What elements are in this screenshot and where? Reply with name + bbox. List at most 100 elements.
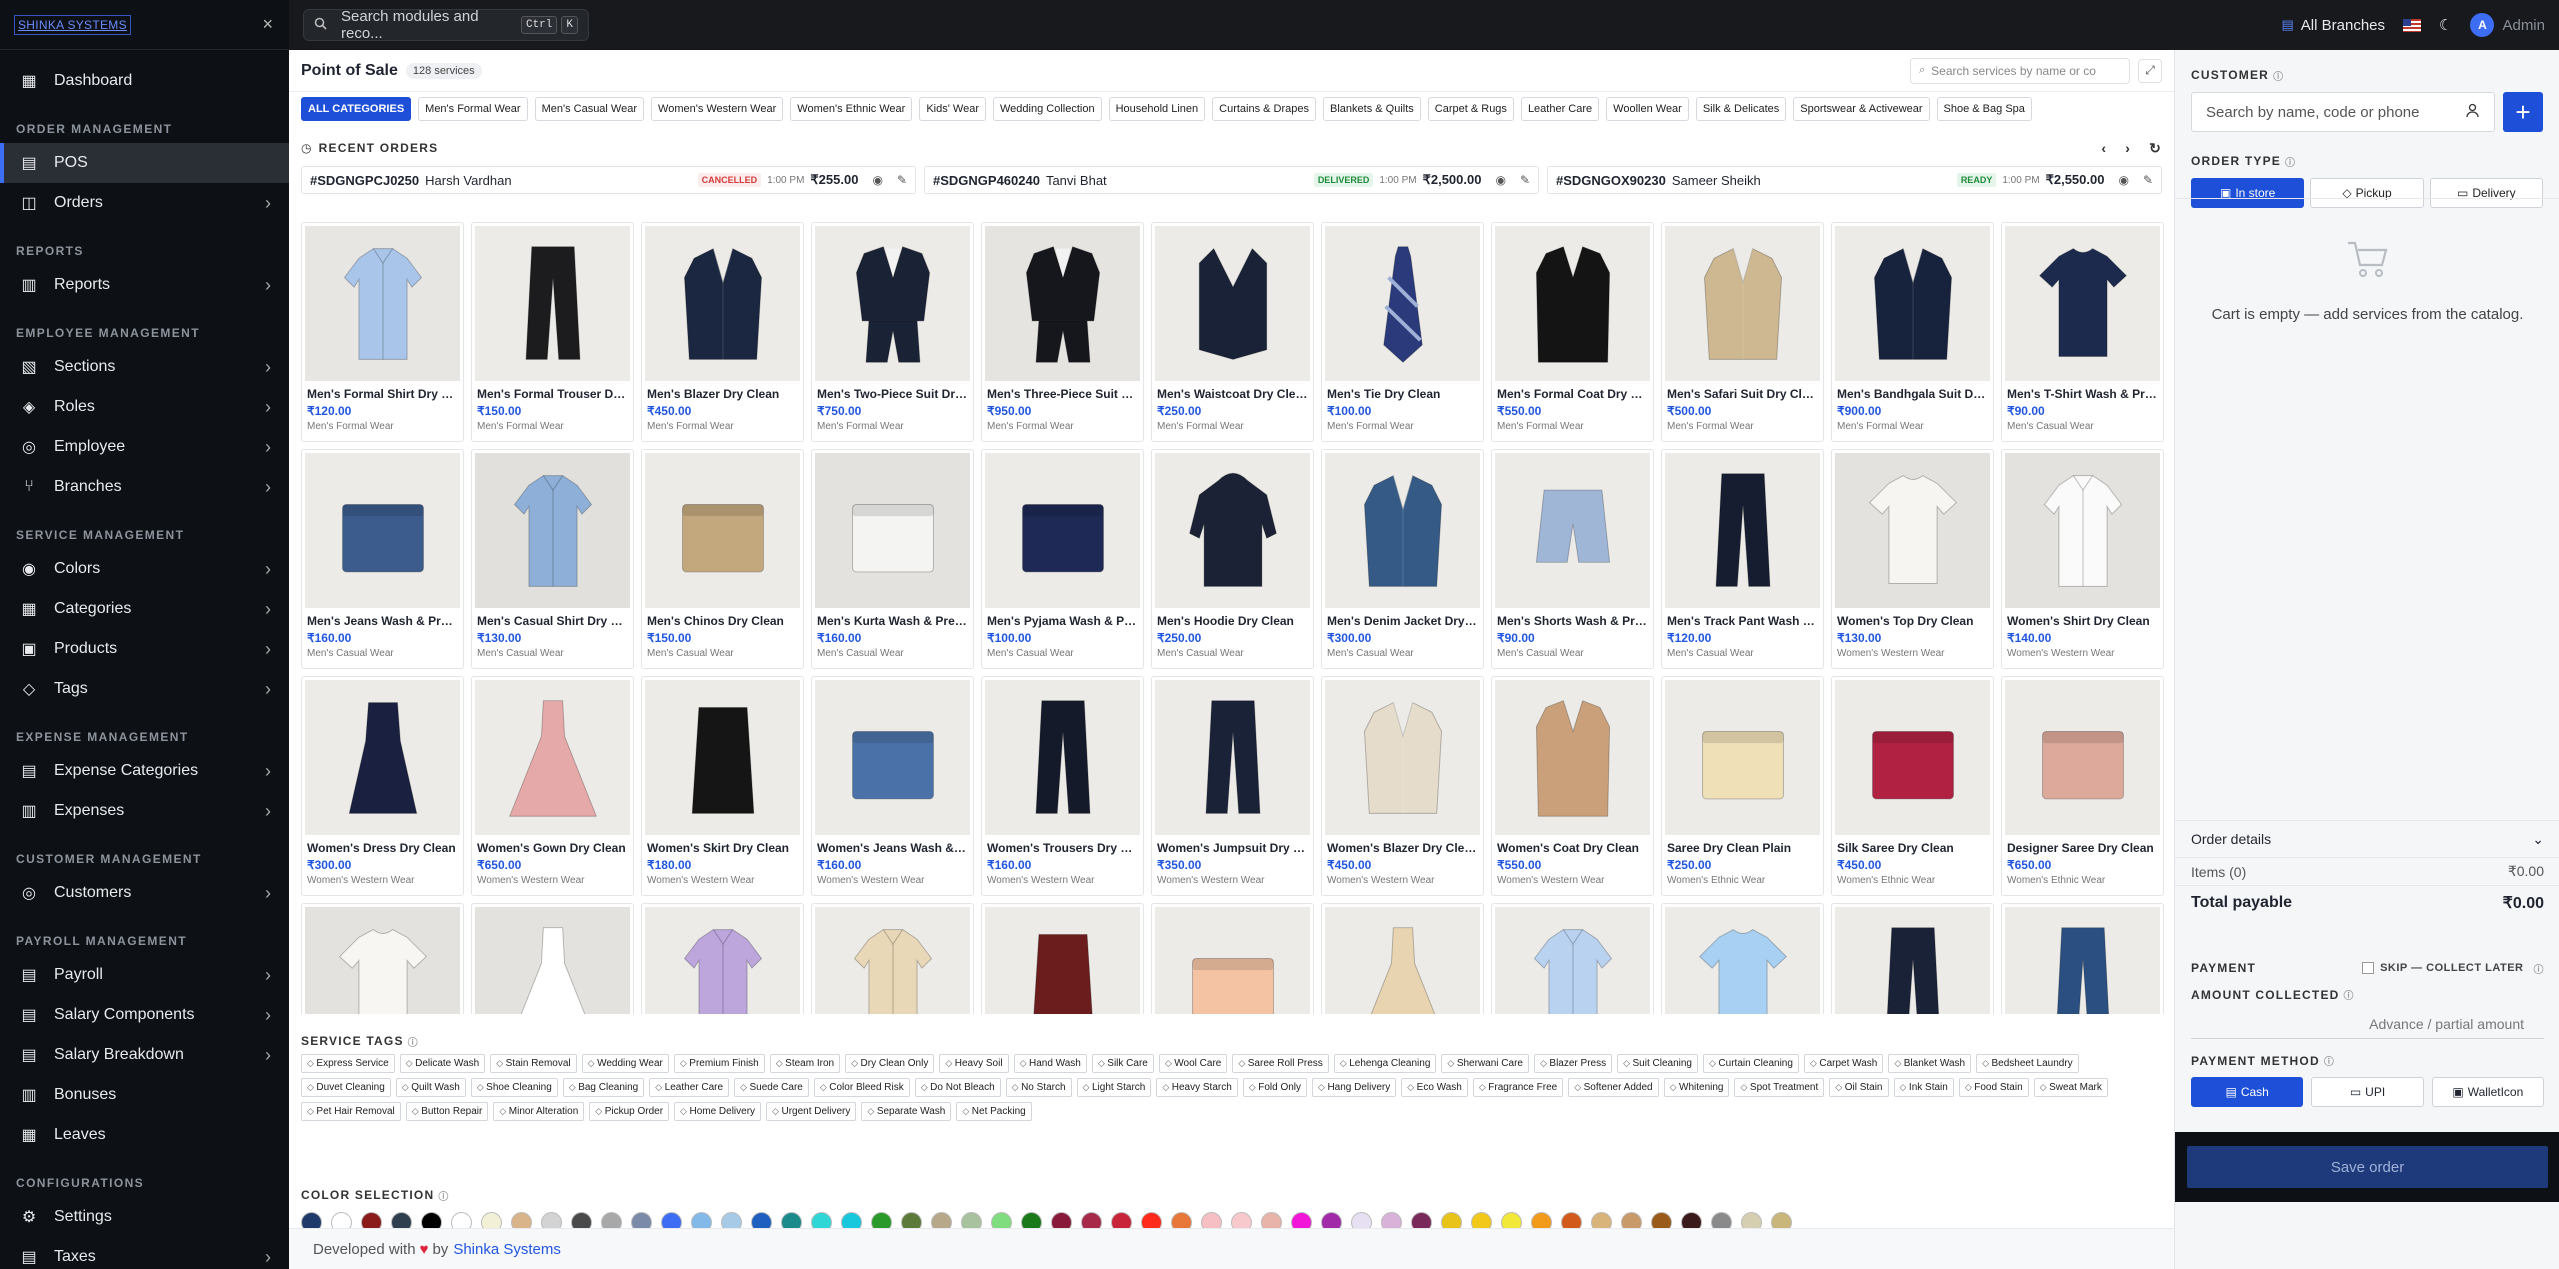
service-tag[interactable]: ◇ Lehenga Cleaning <box>1333 1054 1437 1073</box>
product-card[interactable]: Men's Jeans Wash & Press ₹160.00 Men's Cas… <box>301 449 464 669</box>
product-card[interactable]: Women's Top Dry Clean ₹130.00 Women's West… <box>1831 449 1994 669</box>
product-card[interactable] <box>1661 903 1824 1014</box>
payment-method-cash[interactable]: ▤ Cash <box>2191 1077 2304 1107</box>
product-card[interactable]: Men's Formal Trouser Dry ... ₹150.00 Men's… <box>471 222 634 442</box>
product-card[interactable]: Men's Track Pant Wash & ... ₹120.00 Men's … <box>1661 449 1824 669</box>
service-tag[interactable]: ◇ Minor Alteration <box>493 1102 585 1121</box>
product-card[interactable]: Women's Blazer Dry Clean ₹450.00 Women's W… <box>1321 676 1484 896</box>
product-card[interactable]: Men's Chinos Dry Clean ₹150.00 Men's Casua… <box>641 449 804 669</box>
product-card[interactable] <box>1321 903 1484 1014</box>
footer-link[interactable]: Shinka Systems <box>453 1241 561 1258</box>
service-tag[interactable]: ◇ Suede Care <box>734 1078 809 1097</box>
sidebar-item-pos[interactable]: ▤ POS <box>0 143 289 183</box>
product-card[interactable] <box>1151 903 1314 1014</box>
service-tag[interactable]: ◇ Wool Care <box>1158 1054 1228 1073</box>
edit-icon[interactable]: ✎ <box>2143 173 2153 187</box>
service-tag[interactable]: ◇ Urgent Delivery <box>766 1102 857 1121</box>
service-tag[interactable]: ◇ Carpet Wash <box>1803 1054 1884 1073</box>
category-chip[interactable]: Women's Western Wear <box>651 97 784 121</box>
category-chip[interactable]: Men's Casual Wear <box>534 97 645 121</box>
product-card[interactable]: Men's Tie Dry Clean ₹100.00 Men's Formal W… <box>1321 222 1484 442</box>
product-card[interactable]: Women's Gown Dry Clean ₹650.00 Women's Wes… <box>471 676 634 896</box>
service-tag[interactable]: ◇ Pickup Order <box>589 1102 670 1121</box>
sidebar-item-salary-breakdown[interactable]: ▤ Salary Breakdown › <box>0 1035 289 1075</box>
recent-order-card[interactable]: #SDGNGP460240 Tanvi Bhat DELIVERED 1:00 PM ₹… <box>924 166 1539 194</box>
service-tag[interactable]: ◇ Steam Iron <box>769 1054 841 1073</box>
category-chip[interactable]: Woollen Wear <box>1606 97 1689 121</box>
service-tag[interactable]: ◇ Ink Stain <box>1893 1078 1954 1097</box>
category-chip[interactable]: Women's Ethnic Wear <box>790 97 913 121</box>
category-chip[interactable]: Blankets & Quilts <box>1323 97 1421 121</box>
service-tag[interactable]: ◇ Curtain Cleaning <box>1703 1054 1799 1073</box>
service-tag[interactable]: ◇ Net Packing <box>956 1102 1032 1121</box>
product-card[interactable]: Men's Waistcoat Dry Clean ₹250.00 Men's Fo… <box>1151 222 1314 442</box>
category-chip[interactable]: Leather Care <box>1520 97 1600 121</box>
brand-logo[interactable]: SHINKA SYSTEMS <box>14 14 131 35</box>
payment-method-wallet[interactable]: ▣ WalletIcon <box>2431 1077 2544 1107</box>
product-card[interactable] <box>641 903 804 1014</box>
category-chip[interactable]: ALL CATEGORIES <box>301 97 412 121</box>
payment-method-upi[interactable]: ▭ UPI <box>2311 1077 2424 1107</box>
sidebar-item-salary-components[interactable]: ▤ Salary Components › <box>0 995 289 1035</box>
sidebar-item-reports[interactable]: ▥ Reports › <box>0 265 289 305</box>
product-card[interactable]: Men's T-Shirt Wash & Press ₹90.00 Men's Ca… <box>2001 222 2164 442</box>
product-card[interactable]: Designer Saree Dry Clean ₹650.00 Women's E… <box>2001 676 2164 896</box>
product-card[interactable]: Men's Formal Coat Dry Cle... ₹550.00 Men's… <box>1491 222 1654 442</box>
category-chip[interactable]: Curtains & Drapes <box>1212 97 1317 121</box>
service-tag[interactable]: ◇ Express Service <box>301 1054 395 1073</box>
refresh-icon[interactable]: ↻ <box>2149 140 2162 157</box>
category-chip[interactable]: Wedding Collection <box>992 97 1102 121</box>
edit-icon[interactable]: ✎ <box>897 173 907 187</box>
service-tag[interactable]: ◇ Stain Removal <box>490 1054 577 1073</box>
service-tag[interactable]: ◇ Sweat Mark <box>2033 1078 2108 1097</box>
service-tag[interactable]: ◇ Spot Treatment <box>1734 1078 1825 1097</box>
service-tag[interactable]: ◇ Button Repair <box>405 1102 489 1121</box>
category-chip[interactable]: Shoe & Bag Spa <box>1936 97 2032 121</box>
product-card[interactable]: Women's Skirt Dry Clean ₹180.00 Women's We… <box>641 676 804 896</box>
prev-icon[interactable]: ‹ <box>2101 140 2107 157</box>
service-tag[interactable]: ◇ Bag Cleaning <box>562 1078 645 1097</box>
sidebar-item-tags[interactable]: ◇ Tags › <box>0 669 289 709</box>
order-details-toggle[interactable]: Order details ⌄ <box>2175 821 2559 857</box>
amount-collected-input[interactable]: Advance / partial amount <box>2191 1009 2544 1039</box>
category-chip[interactable]: Men's Formal Wear <box>418 97 528 121</box>
product-card[interactable] <box>1491 903 1654 1014</box>
service-tag[interactable]: ◇ Pet Hair Removal <box>301 1102 401 1121</box>
service-tag[interactable]: ◇ Blanket Wash <box>1888 1054 1972 1073</box>
us-flag-icon[interactable] <box>2403 18 2422 32</box>
service-tag[interactable]: ◇ Separate Wash <box>861 1102 952 1121</box>
moon-icon[interactable]: ☾ <box>2439 16 2452 34</box>
service-tag[interactable]: ◇ Wedding Wear <box>581 1054 669 1073</box>
save-order-button[interactable]: Save order <box>2187 1146 2548 1188</box>
sidebar-item-dashboard[interactable]: ▦ Dashboard <box>0 61 289 101</box>
service-tag[interactable]: ◇ Heavy Starch <box>1156 1078 1238 1097</box>
service-tag[interactable]: ◇ Saree Roll Press <box>1232 1054 1329 1073</box>
product-card[interactable] <box>1831 903 1994 1014</box>
product-card[interactable] <box>981 903 1144 1014</box>
sidebar-item-bonuses[interactable]: ▥ Bonuses <box>0 1075 289 1115</box>
service-tag[interactable]: ◇ Quilt Wash <box>395 1078 466 1097</box>
service-tag[interactable]: ◇ Leather Care <box>649 1078 730 1097</box>
customer-search-input[interactable]: Search by name, code or phone <box>2191 92 2495 132</box>
product-card[interactable]: Women's Trousers Dry Clean ₹160.00 Women's… <box>981 676 1144 896</box>
branch-selector[interactable]: ▤ All Branches <box>2282 17 2386 34</box>
product-card[interactable]: Women's Jumpsuit Dry Cl... ₹350.00 Women's… <box>1151 676 1314 896</box>
sidebar-item-customers[interactable]: ◎ Customers › <box>0 873 289 913</box>
product-card[interactable]: Men's Casual Shirt Dry Cle... ₹130.00 Men'… <box>471 449 634 669</box>
product-card[interactable]: Men's Denim Jacket Dry Cl... ₹300.00 Men's… <box>1321 449 1484 669</box>
product-card[interactable]: Men's Two-Piece Suit Dry ... ₹750.00 Men's… <box>811 222 974 442</box>
service-tag[interactable]: ◇ Heavy Soil <box>939 1054 1009 1073</box>
service-tag[interactable]: ◇ Food Stain <box>1958 1078 2029 1097</box>
service-tag[interactable]: ◇ Color Bleed Risk <box>813 1078 910 1097</box>
product-card[interactable] <box>471 903 634 1014</box>
product-card[interactable]: Men's Formal Shirt Dry Cle... ₹120.00 Men'… <box>301 222 464 442</box>
product-card[interactable]: Men's Safari Suit Dry Clean ₹500.00 Men's … <box>1661 222 1824 442</box>
service-tag[interactable]: ◇ Suit Cleaning <box>1617 1054 1698 1073</box>
category-chip[interactable]: Carpet & Rugs <box>1427 97 1514 121</box>
category-chip[interactable]: Household Linen <box>1108 97 1206 121</box>
product-card[interactable]: Men's Bandhgala Suit Dry ... ₹900.00 Men's… <box>1831 222 1994 442</box>
add-customer-button[interactable]: + <box>2503 92 2543 132</box>
global-search-input[interactable]: Search modules and reco... Ctrl K <box>303 8 589 42</box>
sidebar-item-payroll[interactable]: ▤ Payroll › <box>0 955 289 995</box>
product-card[interactable] <box>301 903 464 1014</box>
